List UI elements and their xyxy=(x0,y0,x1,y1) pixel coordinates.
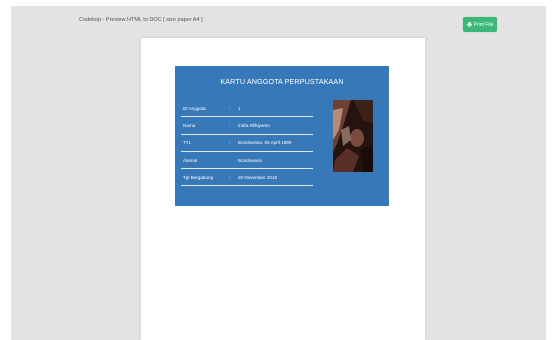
preview-title: Codekop - Preview HTML to DOC [ size pap… xyxy=(79,17,203,23)
field-separator: : xyxy=(229,122,231,128)
field-row-name: Nama : Indra Rifkiyanto xyxy=(181,117,313,135)
field-row-birth: TTL : Bondowoso, 05 April 1999 xyxy=(181,135,313,152)
field-value: Bondowoso xyxy=(238,157,263,163)
member-photo xyxy=(333,100,373,172)
print-file-button[interactable]: Print File xyxy=(463,17,497,32)
field-label: Nama xyxy=(183,122,196,128)
field-value: Indra Rifkiyanto xyxy=(238,122,270,128)
field-separator: : xyxy=(229,105,231,111)
field-label: Alamat xyxy=(183,157,198,163)
field-label: TTL xyxy=(183,140,192,146)
field-label: ID Anggota xyxy=(183,105,206,111)
field-separator: : xyxy=(229,140,231,146)
print-file-label: Print File xyxy=(473,21,494,28)
field-label: Tgl Bergabung xyxy=(183,174,214,180)
field-separator: : xyxy=(229,174,231,180)
field-value: 1 xyxy=(238,105,241,111)
field-row-id: ID Anggota : 1 xyxy=(181,100,313,118)
printer-icon xyxy=(466,22,472,27)
member-fields: ID Anggota : 1 Nama : Indra Rifkiyanto T… xyxy=(181,100,313,187)
field-value: Bondowoso, 05 April 1999 xyxy=(238,140,292,146)
field-row-joined: Tgl Bergabung : 20 November 2019 xyxy=(181,169,313,187)
field-value: 20 November 2019 xyxy=(238,174,278,180)
field-row-address: Alamat : Bondowoso xyxy=(181,152,313,170)
card-title: KARTU ANGGOTA PERPUSTAKAAN xyxy=(220,77,344,86)
member-card: KARTU ANGGOTA PERPUSTAKAAN ID Anggota : … xyxy=(175,66,389,206)
field-separator: : xyxy=(229,157,231,163)
